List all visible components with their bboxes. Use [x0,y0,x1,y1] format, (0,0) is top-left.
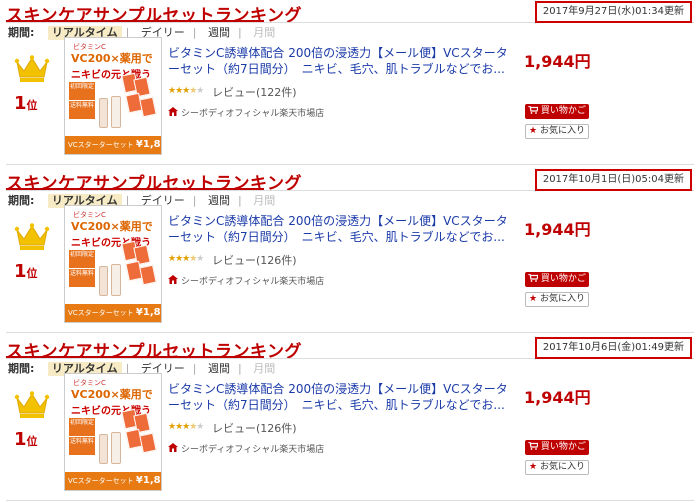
bottle-image [111,264,121,296]
thumb-badge-first: 初回限定 [69,82,95,100]
thumb-text-vc200: VC200×薬用で [71,52,153,65]
ranking-block: スキンケアサンプルセットランキング 2017年10月6日(金)01:49更新 期… [0,336,700,502]
thumb-badge-first: 初回限定 [69,250,95,268]
add-to-cart-button[interactable]: 買い物かご [525,440,589,455]
cart-icon [528,105,539,114]
crown-icon [14,55,50,82]
crown-icon [14,223,50,250]
section-divider [6,332,694,333]
review-link[interactable]: レビュー(126件) [212,420,297,436]
shop-link[interactable]: シーボディオフィシャル楽天市場店 [168,106,324,119]
bottle-image [99,266,108,296]
thumb-text-vc200: VC200×薬用で [71,220,153,233]
period-label: 期間: [8,194,35,207]
thumb-footer: VCスターターセット ¥1,800 [65,304,161,322]
tab-monthly: 月間 [253,194,276,207]
tab-separator: | [238,194,242,207]
tab-separator: | [238,362,242,375]
tab-monthly: 月間 [253,362,276,375]
product-price: 1,944円 [524,220,591,239]
shop-link[interactable]: シーボディオフィシャル楽天市場店 [168,442,324,455]
thumb-badge-first: 初回限定 [69,418,95,436]
cart-icon [528,441,539,450]
rank-position: 1位 [14,429,38,450]
section-divider [6,164,694,165]
tab-weekly[interactable]: 週間 [204,26,234,40]
rating-stars: ★★★★★ [168,422,204,432]
tab-weekly[interactable]: 週間 [204,362,234,376]
bottle-image [99,98,108,128]
tab-separator: | [192,194,197,207]
tab-monthly: 月間 [253,26,276,39]
shop-house-icon [168,107,178,116]
star-icon: ★ [529,126,538,136]
ranking-block: スキンケアサンプルセットランキング 2017年9月27日(水)01:34更新 期… [0,0,700,166]
bottle-image [99,434,108,464]
updated-timestamp: 2017年10月6日(金)01:49更新 [534,337,692,359]
product-title-link[interactable]: ビタミンC誘導体配合 200倍の浸透力【メール便】VCスターターセット（約7日間… [168,45,510,77]
add-to-favorites-button[interactable]: ★ お気に入り [525,292,589,307]
shop-house-icon [168,275,178,284]
star-icon: ★ [529,462,538,472]
tab-separator: | [192,26,197,39]
review-link[interactable]: レビュー(126件) [212,252,297,268]
review-link[interactable]: レビュー(122件) [212,84,297,100]
bottle-image [111,96,121,128]
bottle-image [111,432,121,464]
updated-timestamp: 2017年10月1日(日)05:04更新 [534,169,692,191]
add-to-cart-button[interactable]: 買い物かご [525,104,589,119]
product-thumbnail[interactable]: ビタミンC VC200×薬用で ニキビの元と戦う 初回限定 送料無料 VCスター… [64,37,162,155]
product-title-link[interactable]: ビタミンC誘導体配合 200倍の浸透力【メール便】VCスターターセット（約7日間… [168,381,510,413]
tab-separator: | [238,26,242,39]
thumb-text-vc200: VC200×薬用で [71,388,153,401]
period-label: 期間: [8,26,35,39]
thumb-footer: VCスターターセット ¥1,800 [65,472,161,490]
product-price: 1,944円 [524,388,591,407]
tab-weekly[interactable]: 週間 [204,194,234,208]
updated-timestamp: 2017年9月27日(水)01:34更新 [534,1,692,23]
period-label: 期間: [8,362,35,375]
rating-stars: ★★★★★ [168,86,204,96]
add-to-cart-button[interactable]: 買い物かご [525,272,589,287]
product-title-link[interactable]: ビタミンC誘導体配合 200倍の浸透力【メール便】VCスターターセット（約7日間… [168,213,510,245]
add-to-favorites-button[interactable]: ★ お気に入り [525,460,589,475]
cart-icon [528,273,539,282]
product-price: 1,944円 [524,52,591,71]
rank-position: 1位 [14,261,38,282]
section-divider [6,500,694,501]
thumb-footer: VCスターターセット ¥1,800 [65,136,161,154]
rank-position: 1位 [14,93,38,114]
thumb-badge-shipping: 送料無料 [69,437,95,455]
shop-link[interactable]: シーボディオフィシャル楽天市場店 [168,274,324,287]
shop-house-icon [168,443,178,452]
rating-stars: ★★★★★ [168,254,204,264]
ranking-block: スキンケアサンプルセットランキング 2017年10月1日(日)05:04更新 期… [0,168,700,334]
crown-icon [14,391,50,418]
tab-separator: | [192,362,197,375]
add-to-favorites-button[interactable]: ★ お気に入り [525,124,589,139]
thumb-badge-shipping: 送料無料 [69,101,95,119]
thumb-badge-shipping: 送料無料 [69,269,95,287]
product-thumbnail[interactable]: ビタミンC VC200×薬用で ニキビの元と戦う 初回限定 送料無料 VCスター… [64,205,162,323]
product-thumbnail[interactable]: ビタミンC VC200×薬用で ニキビの元と戦う 初回限定 送料無料 VCスター… [64,373,162,491]
star-icon: ★ [529,294,538,304]
